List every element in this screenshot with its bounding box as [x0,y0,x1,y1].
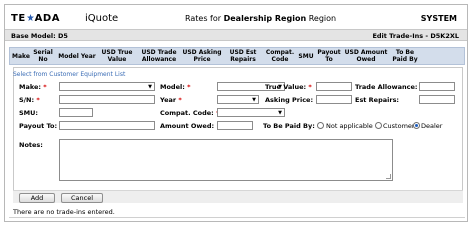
button-bar: Add Cancel [13,190,463,203]
page-title: Rates for Dealership Region Region [185,14,336,23]
texada-logo: TE ADA [11,13,60,24]
trade-ins-table-header: Make Serial No Model Year USD True Value… [9,47,465,65]
brand-suffix: ADA [34,13,60,24]
payout-to-input[interactable] [59,121,155,130]
column-header: SMU [298,53,314,60]
compat-code-label-text: Compat. Code: [160,109,214,117]
radio-dealer-label: Dealer [421,122,443,130]
title-suffix: Region [306,14,337,23]
compat-code-label: Compat. Code: * [160,109,219,117]
sn-label-text: S/N: [19,96,35,104]
column-header: USD Amount Owed [344,49,388,63]
sn-label: S/N: * [19,96,40,104]
column-header: Make [12,53,30,60]
asking-price-label: Asking Price: [265,96,314,104]
radio-not-applicable-label: Not applicable [326,122,373,130]
smu-input[interactable] [59,108,93,117]
asking-price-input[interactable] [316,95,352,104]
notes-textarea[interactable] [59,139,393,181]
year-select[interactable]: ▼ [217,95,259,104]
amount-owed-input[interactable] [217,121,253,130]
trade-allowance-label: Trade Allowance: * [355,83,423,91]
year-label-text: Year [160,96,177,104]
column-header: Serial No [33,49,53,63]
payout-to-label: Payout To: [19,122,58,130]
cancel-button[interactable]: Cancel [61,193,103,203]
empty-state-message: There are no trade-ins entered. [13,208,115,216]
notes-label: Notes: [19,141,43,149]
radio-dealer[interactable] [413,122,420,129]
make-label: Make: * [19,83,47,91]
chevron-down-icon: ▼ [252,97,256,103]
make-label-text: Make: [19,83,42,91]
trade-allowance-input[interactable] [419,82,455,91]
app-name: iQuote [85,13,119,24]
amount-owed-label: Amount Owed: [160,122,215,130]
required-marker: * [308,83,312,91]
title-region: Dealership Region [223,14,307,23]
system-label[interactable]: SYSTEM [421,14,457,23]
required-marker: * [36,96,40,104]
add-button[interactable]: Add [19,193,55,203]
base-model-label: Base Model: D5 [11,32,68,40]
radio-customer-label: Customer [383,122,415,130]
column-header: USD True Value [101,49,133,63]
true-value-label-text: True Value: [265,83,307,91]
top-bar: TE ADA iQuote Rates for Dealership Region… [5,5,467,29]
chevron-down-icon: ▼ [148,84,152,90]
column-header: To Be Paid By [392,49,418,63]
true-value-input[interactable] [316,82,352,91]
est-repairs-label: Est Repairs: [355,96,400,104]
star-icon [26,13,34,21]
est-repairs-input[interactable] [419,95,455,104]
column-header: Payout To [317,49,341,63]
app-window: TE ADA iQuote Rates for Dealership Region… [4,4,468,222]
select-customer-equipment-link[interactable]: Select from Customer Equipment List [13,71,125,78]
serial-number-input[interactable] [59,95,155,104]
edit-trade-ins-label: Edit Trade-Ins - D5K2XL [372,32,459,40]
info-bar: Base Model: D5 Edit Trade-Ins - D5K2XL [5,29,467,41]
required-marker: * [187,83,191,91]
column-header: USD Asking Price [182,49,222,63]
column-header: Compat. Code [265,49,295,63]
to-be-paid-by-label: To Be Paid By: [263,122,315,130]
model-label: Model: * [160,83,191,91]
true-value-label: True Value: * [265,83,312,91]
resize-grip-icon[interactable] [386,174,391,179]
compat-code-select[interactable]: ▼ [217,108,285,117]
brand-prefix: TE [11,13,26,24]
title-prefix: Rates for [185,14,224,23]
column-header: Model Year [58,53,96,60]
required-marker: * [43,83,47,91]
chevron-down-icon: ▼ [278,110,282,116]
trade-allowance-label-text: Trade Allowance: [355,83,418,91]
column-header: USD Est Repairs [229,49,257,63]
radio-not-applicable[interactable] [317,122,324,129]
make-select[interactable]: ▼ [59,82,155,91]
model-label-text: Model: [160,83,185,91]
year-label: Year * [160,96,182,104]
column-header: USD Trade Allowance [141,49,177,63]
radio-customer[interactable] [375,122,382,129]
required-marker: * [178,96,182,104]
smu-label: SMU: [19,109,39,117]
divider [9,217,465,218]
